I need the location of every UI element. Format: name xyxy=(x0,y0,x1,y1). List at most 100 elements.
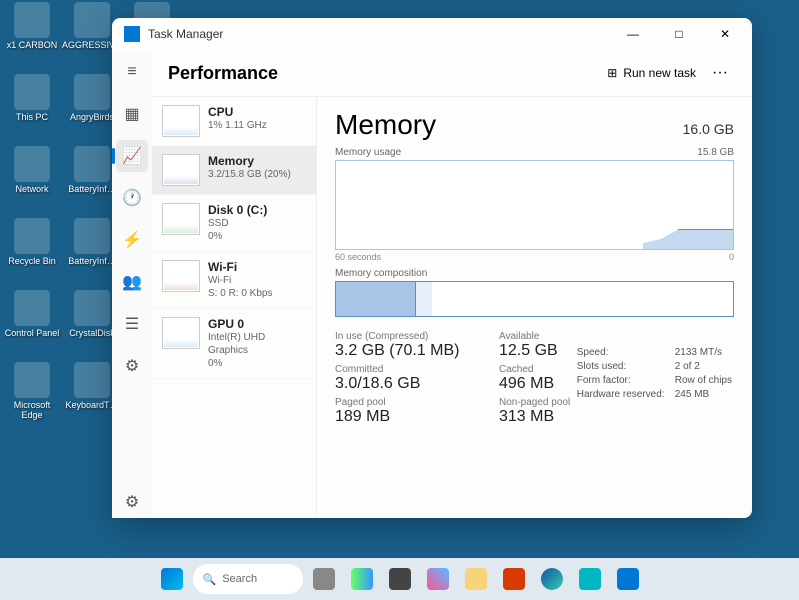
settings-icon[interactable]: ⚙ xyxy=(116,486,148,518)
perf-item-disk-0-c-[interactable]: Disk 0 (C:) SSD0% xyxy=(152,195,316,252)
perf-sub: 3.2/15.8 GB (20%) xyxy=(208,168,306,181)
mini-chart xyxy=(162,260,200,292)
usage-max: 15.8 GB xyxy=(697,147,734,158)
perf-sub: Intel(R) UHD Graphics0% xyxy=(208,331,306,370)
processes-icon[interactable]: ▦ xyxy=(116,98,148,130)
perf-name: Wi-Fi xyxy=(208,260,306,274)
form-label: Form factor: xyxy=(577,375,667,386)
services-icon[interactable]: ⚙ xyxy=(116,350,148,382)
desktop-icon-label: Network xyxy=(2,184,62,194)
more-button[interactable]: ··· xyxy=(704,60,736,86)
desktop-icon-image xyxy=(74,146,110,182)
mini-chart xyxy=(162,105,200,137)
start-button[interactable] xyxy=(155,562,189,596)
perf-sub: Wi-FiS: 0 R: 0 Kbps xyxy=(208,274,306,300)
desktop-icon-image xyxy=(74,2,110,38)
desktop-icon-image xyxy=(74,362,110,398)
task-manager-taskbar[interactable] xyxy=(611,562,645,596)
desktop-icon-image xyxy=(74,74,110,110)
search-icon: 🔍 xyxy=(203,573,217,586)
desktop-icon-image xyxy=(14,2,50,38)
desktop-icon-image xyxy=(14,362,50,398)
detail-title: Memory xyxy=(335,109,683,141)
taskbar: 🔍 Search xyxy=(0,558,799,600)
mini-chart xyxy=(162,203,200,235)
users-icon[interactable]: 👥 xyxy=(116,266,148,298)
desktop-icon-image xyxy=(14,146,50,182)
taskbar-app-2[interactable] xyxy=(421,562,455,596)
task-manager-window: Task Manager — □ ✕ ≡ ▦ 📈 🕐 ⚡ 👥 ☰ ⚙ ⚙ Per… xyxy=(112,18,752,518)
committed-label: Committed xyxy=(335,364,475,375)
memory-capacity: 16.0 GB xyxy=(683,121,734,137)
desktop-icon[interactable]: Control Panel xyxy=(2,290,62,338)
content-area: Performance ⊞ Run new task ··· CPU 1% 1.… xyxy=(152,50,752,518)
perf-name: Disk 0 (C:) xyxy=(208,203,306,217)
desktop-icon[interactable]: This PC xyxy=(2,74,62,122)
axis-right: 0 xyxy=(729,252,734,262)
minimize-button[interactable]: — xyxy=(610,18,656,50)
desktop-icon-label: x1 CARBON xyxy=(2,40,62,50)
desktop-icon-image xyxy=(14,290,50,326)
edge-button[interactable] xyxy=(535,562,569,596)
window-controls: — □ ✕ xyxy=(610,18,748,50)
window-title: Task Manager xyxy=(148,27,610,41)
taskbar-app-1[interactable] xyxy=(383,562,417,596)
task-view-button[interactable] xyxy=(307,562,341,596)
perf-item-wi-fi[interactable]: Wi-Fi Wi-FiS: 0 R: 0 Kbps xyxy=(152,252,316,309)
app-history-icon[interactable]: 🕐 xyxy=(116,182,148,214)
spec-grid: Speed:2133 MT/s Slots used:2 of 2 Form f… xyxy=(577,347,732,403)
widgets-button[interactable] xyxy=(345,562,379,596)
run-new-task-button[interactable]: ⊞ Run new task xyxy=(599,62,704,84)
perf-name: CPU xyxy=(208,105,306,119)
speed-value: 2133 MT/s xyxy=(675,347,722,358)
perf-item-memory[interactable]: Memory 3.2/15.8 GB (20%) xyxy=(152,146,316,195)
store-button[interactable] xyxy=(573,562,607,596)
memory-composition-bar xyxy=(335,281,734,317)
perf-name: Memory xyxy=(208,154,306,168)
desktop-icon-image xyxy=(14,218,50,254)
desktop-icon[interactable]: x1 CARBON xyxy=(2,2,62,50)
run-task-icon: ⊞ xyxy=(607,66,617,80)
desktop-icon-image xyxy=(14,74,50,110)
nav-rail: ≡ ▦ 📈 🕐 ⚡ 👥 ☰ ⚙ ⚙ xyxy=(112,50,152,518)
perf-sub: SSD0% xyxy=(208,217,306,243)
perf-item-cpu[interactable]: CPU 1% 1.11 GHz xyxy=(152,97,316,146)
desktop-icon[interactable]: Microsoft Edge xyxy=(2,362,62,420)
form-value: Row of chips xyxy=(675,375,732,386)
mini-chart xyxy=(162,154,200,186)
desktop-icon-label: Recycle Bin xyxy=(2,256,62,266)
paged-value: 189 MB xyxy=(335,408,475,426)
usage-label: Memory usage xyxy=(335,147,401,158)
perf-item-gpu-0[interactable]: GPU 0 Intel(R) UHD Graphics0% xyxy=(152,309,316,379)
hw-label: Hardware reserved: xyxy=(577,389,667,400)
composition-label: Memory composition xyxy=(335,268,427,279)
section-header: Performance ⊞ Run new task ··· xyxy=(152,50,752,97)
file-explorer-button[interactable] xyxy=(459,562,493,596)
committed-value: 3.0/18.6 GB xyxy=(335,375,475,393)
search-box[interactable]: 🔍 Search xyxy=(193,564,303,594)
hw-value: 245 MB xyxy=(675,389,709,400)
slots-value: 2 of 2 xyxy=(675,361,700,372)
details-icon[interactable]: ☰ xyxy=(116,308,148,340)
startup-icon[interactable]: ⚡ xyxy=(116,224,148,256)
desktop-icon-label: This PC xyxy=(2,112,62,122)
desktop-icon[interactable]: Network xyxy=(2,146,62,194)
mini-chart xyxy=(162,317,200,349)
perf-name: GPU 0 xyxy=(208,317,306,331)
desktop-icon[interactable]: Recycle Bin xyxy=(2,218,62,266)
search-label: Search xyxy=(222,573,257,585)
close-button[interactable]: ✕ xyxy=(702,18,748,50)
maximize-button[interactable]: □ xyxy=(656,18,702,50)
desktop-icon-label: Control Panel xyxy=(2,328,62,338)
desktop-icon-image xyxy=(74,218,110,254)
desktop-icon-image xyxy=(74,290,110,326)
hamburger-icon[interactable]: ≡ xyxy=(116,56,148,88)
performance-icon[interactable]: 📈 xyxy=(116,140,148,172)
taskbar-app-3[interactable] xyxy=(497,562,531,596)
performance-list: CPU 1% 1.11 GHz Memory 3.2/15.8 GB (20%)… xyxy=(152,97,317,518)
perf-sub: 1% 1.11 GHz xyxy=(208,119,306,132)
detail-panel: Memory 16.0 GB Memory usage 15.8 GB 60 s… xyxy=(317,97,752,518)
speed-label: Speed: xyxy=(577,347,667,358)
titlebar[interactable]: Task Manager — □ ✕ xyxy=(112,18,752,50)
task-manager-icon xyxy=(124,26,140,42)
